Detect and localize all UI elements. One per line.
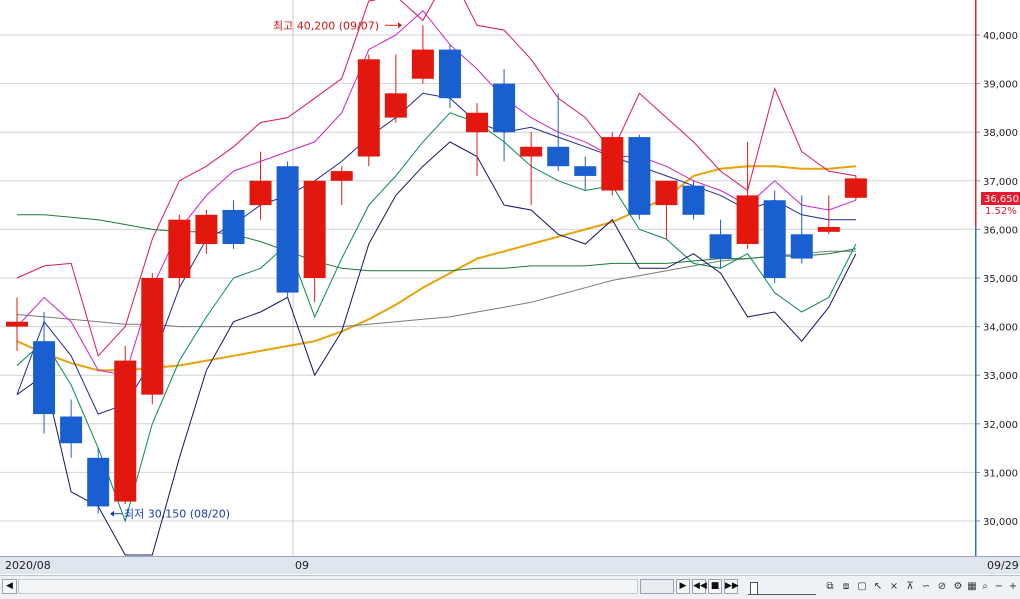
date-axis: 2020/08 09 09/29 — [0, 556, 1020, 574]
candle-body — [682, 185, 705, 215]
delete-tool-icon[interactable]: ⊘ — [935, 580, 949, 594]
price-tick-label: 37,000 — [983, 177, 1018, 188]
candle-body — [60, 416, 83, 444]
candle-body — [493, 83, 516, 133]
change-percent-label: 1.52% — [985, 206, 1017, 217]
price-tick-label: 39,000 — [983, 80, 1018, 91]
candle-body — [141, 278, 164, 395]
candle-body — [195, 214, 218, 244]
candle-body — [520, 146, 543, 157]
zoom-slider[interactable] — [748, 580, 816, 595]
settings-icon[interactable]: ⚙ — [951, 580, 965, 594]
candle-body — [87, 457, 110, 507]
candle-body — [357, 59, 380, 157]
candle-body — [655, 180, 678, 206]
price-tick-label: 34,000 — [983, 323, 1018, 334]
candle-body — [303, 180, 326, 278]
candle-body — [384, 93, 407, 118]
candle-body — [763, 200, 786, 278]
play-forward-button[interactable]: ▶ — [676, 579, 690, 594]
candle-body — [736, 195, 759, 244]
frame-icon[interactable]: ▢ — [855, 580, 869, 594]
price-axis-svg: 30,000 31,000 32,000 33,000 34,000 35,000 36,0… — [974, 0, 1020, 556]
chart-type-icon[interactable]: ⧉ — [823, 580, 837, 594]
zoom-slider-handle[interactable] — [750, 582, 758, 595]
current-price-label: 36,650 — [984, 194, 1019, 205]
scroll-thumb[interactable] — [640, 579, 674, 594]
date-label-end: 09/29 — [987, 559, 1019, 572]
candle-body — [411, 49, 434, 79]
candle-body — [574, 166, 597, 176]
candle-body — [709, 234, 732, 259]
candle-body — [33, 341, 56, 415]
chart-plot: 최고 40,200 (09/07) 최저 30,150 (08/20) — [0, 0, 975, 556]
chart-scrollbar[interactable]: ◀ ▶ ◀◀ ■ ▶▶ ⧉ ⧈ ▢ ↖ ⨯ ⊼ ∽ ⊘ ⚙ ▦ ⌕ − + — [0, 575, 1020, 599]
date-label-september: 09 — [295, 559, 309, 572]
price-tick-label: 32,000 — [983, 420, 1018, 431]
candle-body — [249, 180, 272, 206]
zoom-in-button[interactable]: + — [1006, 580, 1020, 594]
candle-body — [466, 112, 489, 133]
fast-forward-button[interactable]: ▶▶ — [724, 579, 739, 594]
candle-body — [6, 321, 28, 327]
low-annotation: 최저 30,150 (08/20) — [124, 508, 230, 521]
compare-icon[interactable]: ⧈ — [839, 580, 853, 594]
cross-line-icon[interactable]: ⨯ — [887, 580, 901, 594]
price-tick-label: 33,000 — [983, 371, 1018, 382]
high-arrow-head — [398, 22, 402, 29]
candle-body — [547, 146, 570, 167]
scroll-left-button[interactable]: ◀ — [2, 579, 17, 594]
candle-body — [817, 226, 840, 232]
magnifier-icon[interactable]: ⌕ — [978, 580, 992, 594]
grid-icon[interactable]: ▦ — [965, 580, 979, 594]
candle-body — [438, 49, 461, 99]
rewind-button[interactable]: ◀◀ — [692, 579, 707, 594]
cycle-icon[interactable]: ∽ — [919, 580, 933, 594]
candle-body — [330, 171, 353, 181]
price-tick-label: 38,000 — [983, 128, 1018, 139]
stop-button[interactable]: ■ — [708, 579, 722, 594]
candle-body — [790, 234, 813, 259]
candle-body — [168, 219, 191, 278]
price-tick-label: 35,000 — [983, 274, 1018, 285]
candle-body — [844, 178, 867, 198]
zoom-out-button[interactable]: − — [992, 580, 1006, 594]
price-tick-label: 40,000 — [983, 31, 1018, 42]
candle-body — [628, 137, 651, 215]
high-annotation: 최고 40,200 (09/07) — [273, 19, 379, 32]
price-tick-label: 30,000 — [983, 517, 1018, 528]
candlestick-chart[interactable]: 최고 40,200 (09/07) 최저 30,150 (08/20) — [0, 0, 975, 556]
low-arrow-head — [110, 510, 114, 517]
trend-line-icon[interactable]: ↖ — [871, 580, 885, 594]
scroll-track[interactable] — [18, 579, 638, 594]
price-tick-label: 36,000 — [983, 225, 1018, 236]
fibonacci-icon[interactable]: ⊼ — [903, 580, 917, 594]
candle-body — [114, 360, 137, 502]
candle-body — [276, 166, 299, 293]
price-tick-label: 31,000 — [983, 468, 1018, 479]
candle-body — [222, 209, 245, 244]
price-axis: 30,000 31,000 32,000 33,000 34,000 35,000 36,0… — [974, 0, 1020, 556]
date-label-start: 2020/08 — [5, 559, 51, 572]
candle-body — [601, 137, 624, 191]
